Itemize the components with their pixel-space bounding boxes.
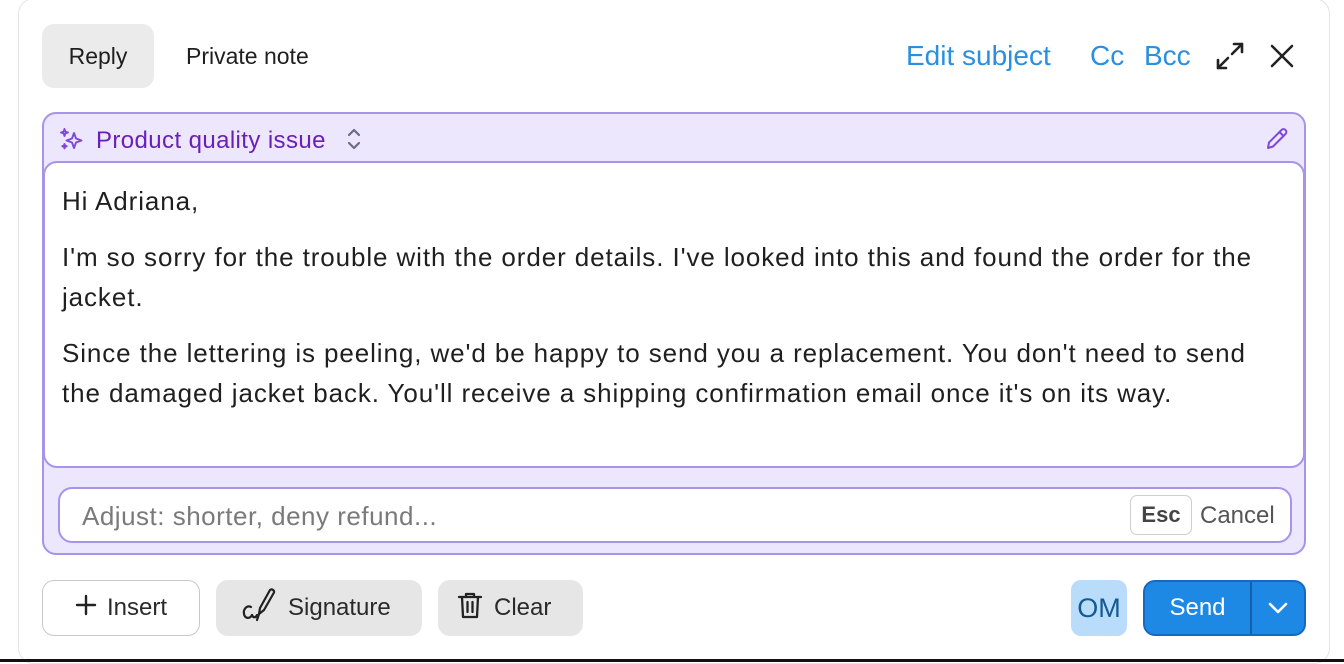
adjust-input[interactable] [82,497,1112,535]
draft-greeting: Hi Adriana, [62,186,200,216]
cc-link[interactable]: Cc [1090,38,1124,74]
signature-button[interactable]: Signature [216,580,422,636]
insert-label: Insert [107,594,168,621]
edit-subject-link[interactable]: Edit subject [906,38,1051,74]
ai-suggestion-panel: Product quality issue Hi Adriana, I'm so… [42,112,1306,555]
clear-button[interactable]: Clear [438,580,583,636]
trash-icon [456,590,494,627]
ai-suggestion-header: Product quality issue [60,126,362,156]
sparkle-icon [60,126,84,157]
draft-reply-text[interactable]: Hi Adriana, I'm so sorry for the trouble… [43,161,1305,468]
clear-label: Clear [494,594,552,621]
draft-paragraph: I'm so sorry for the trouble with the or… [62,242,1252,312]
chevron-down-icon[interactable] [1252,582,1304,634]
insert-button[interactable]: Insert [42,580,200,636]
ai-suggestion-title[interactable]: Product quality issue [96,127,326,155]
avatar[interactable]: OM [1071,580,1127,636]
signature-pen-icon [240,586,288,631]
pencil-icon[interactable] [1264,126,1290,157]
send-split-button: Send [1143,580,1306,636]
expand-icon[interactable] [1214,40,1246,72]
adjust-field: Esc Cancel [58,487,1292,543]
draft-paragraph: Since the lettering is peeling, we'd be … [62,338,1246,408]
close-icon[interactable] [1268,42,1296,70]
cancel-button[interactable]: Cancel [1200,497,1275,535]
plus-icon [75,594,107,623]
send-button[interactable]: Send [1145,582,1250,634]
signature-label: Signature [288,594,391,621]
esc-key-hint: Esc [1130,495,1192,535]
tab-private-note[interactable]: Private note [168,24,327,88]
tab-reply[interactable]: Reply [42,24,154,88]
bcc-link[interactable]: Bcc [1144,38,1191,74]
chevron-up-down-icon[interactable] [346,126,362,157]
